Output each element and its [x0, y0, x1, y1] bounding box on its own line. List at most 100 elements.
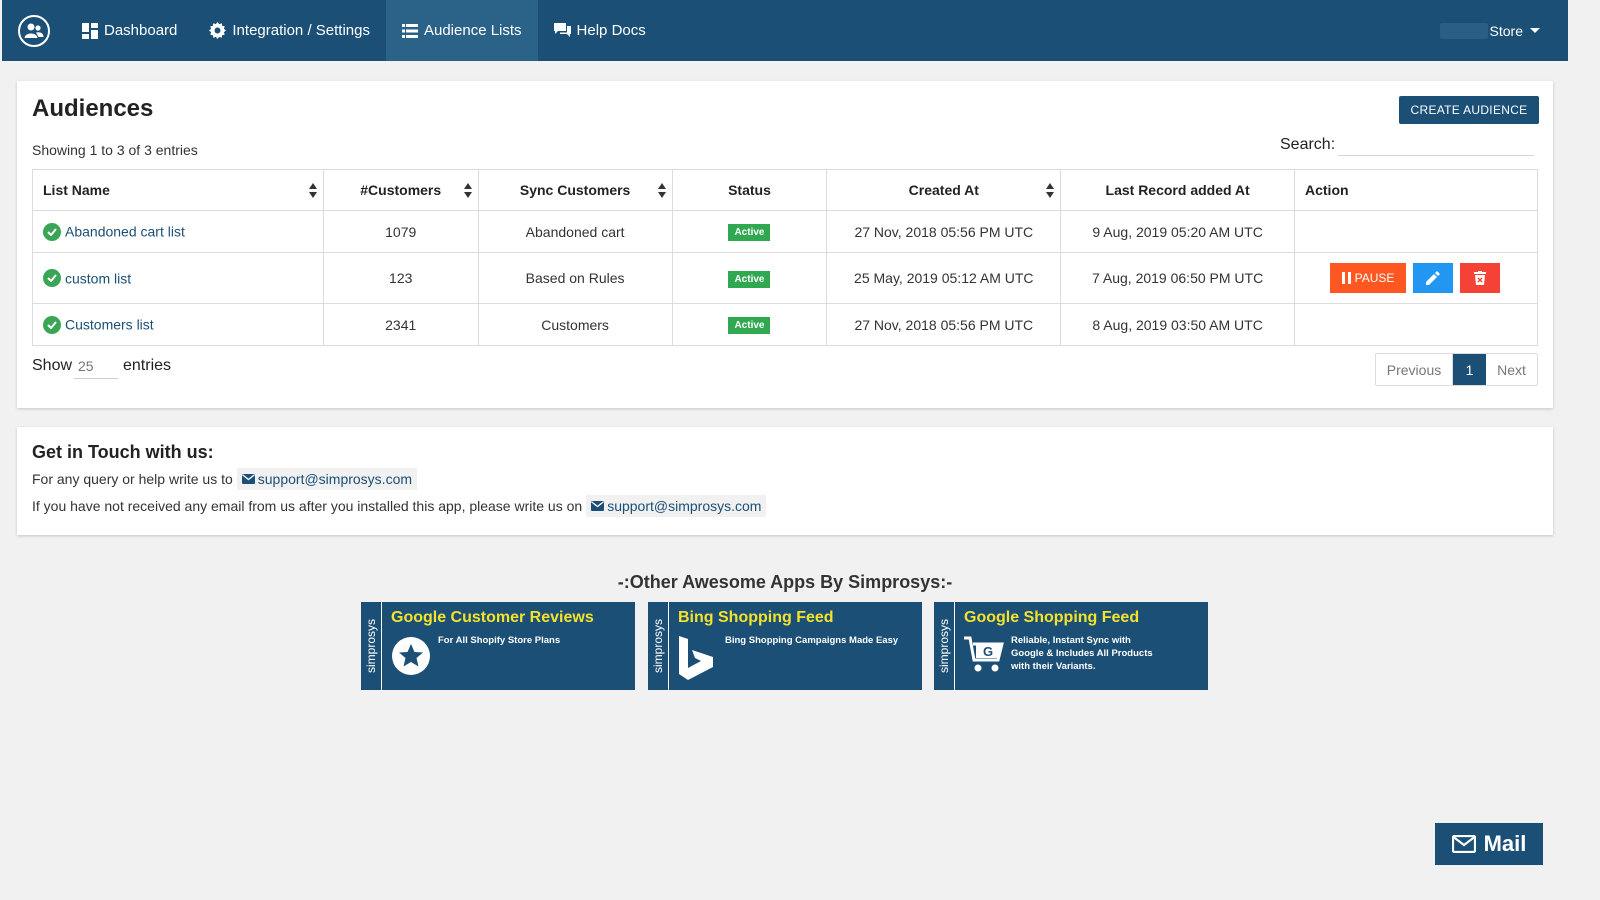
search-label: Search: — [1280, 136, 1336, 153]
col-customers[interactable]: #Customers — [322, 169, 479, 211]
customers-count: 123 — [322, 252, 479, 304]
banner-subtitle: For All Shopify Store Plans — [438, 635, 561, 646]
created-at: 25 May, 2019 05:12 AM UTC — [826, 252, 1062, 304]
brand-strip: simprosys — [934, 602, 955, 690]
app-frame: Dashboard Integration / Settings Audienc… — [2, 0, 1598, 898]
col-sync-customers[interactable]: Sync Customers — [477, 169, 673, 211]
page-1-button[interactable]: 1 — [1453, 354, 1486, 385]
sort-icon — [1046, 183, 1055, 199]
previous-page-button[interactable]: Previous — [1376, 354, 1453, 385]
col-status: Status — [671, 169, 828, 211]
contact-title: Get in Touch with us: — [32, 442, 214, 462]
store-name-redacted — [1439, 22, 1488, 39]
check-circle-icon — [43, 315, 61, 334]
delete-button[interactable] — [1460, 263, 1500, 293]
list-icon — [401, 23, 418, 38]
last-record-at: 7 Aug, 2019 06:50 PM UTC — [1060, 252, 1295, 304]
pause-button[interactable]: PAUSE — [1330, 263, 1406, 293]
banner-title: Google Shopping Feed — [964, 609, 1140, 626]
col-created-at[interactable]: Created At — [826, 169, 1062, 211]
chat-icon — [553, 23, 571, 37]
star-badge-icon — [392, 637, 430, 675]
other-apps-title: -:Other Awesome Apps By Simprosys:- — [617, 572, 953, 592]
audiences-table: List Name #Customers Sync Customers Stat… — [32, 169, 1538, 346]
nav-help-docs[interactable]: Help Docs — [538, 0, 662, 61]
app-banner-bing-shopping[interactable]: simprosys Bing Shopping Feed Bing Shoppi… — [648, 602, 922, 690]
audiences-card: Audiences CREATE AUDIENCE Showing 1 to 3… — [17, 81, 1553, 408]
col-action: Action — [1294, 169, 1538, 211]
pagination: Previous 1 Next — [1375, 353, 1538, 386]
showing-entries-text: Showing 1 to 3 of 3 entries — [32, 142, 198, 158]
support-email-link[interactable]: support@simprosys.com — [236, 468, 418, 490]
nav-audience-lists[interactable]: Audience Lists — [385, 0, 538, 61]
edit-button[interactable] — [1413, 263, 1453, 293]
brand-strip: simprosys — [361, 602, 382, 690]
app-banner-google-shopping[interactable]: simprosys Google Shopping Feed Reliable,… — [934, 602, 1208, 690]
page-size-select[interactable]: 25 — [74, 355, 118, 379]
pause-label: PAUSE — [1354, 271, 1395, 285]
app-banner-google-reviews[interactable]: simprosys Google Customer Reviews For Al… — [361, 602, 635, 690]
status-badge: Active — [728, 317, 771, 334]
cart-g-icon: G — [964, 636, 1004, 672]
nav-integration-settings[interactable]: Integration / Settings — [193, 0, 386, 61]
banner-subtitle: Reliable, Instant Sync with Google & Inc… — [1011, 635, 1153, 672]
nav-dashboard[interactable]: Dashboard — [66, 0, 193, 61]
check-circle-icon — [43, 269, 61, 288]
show-label: Show — [32, 357, 73, 374]
banner-title: Bing Shopping Feed — [678, 609, 834, 626]
sort-icon — [463, 183, 472, 199]
nav-integration-label: Integration / Settings — [232, 22, 370, 39]
page-title: Audiences — [32, 95, 154, 122]
entries-label: entries — [123, 357, 172, 374]
sync-customers: Based on Rules — [477, 252, 673, 304]
status-badge: Active — [728, 270, 771, 288]
top-navbar: Dashboard Integration / Settings Audienc… — [2, 0, 1568, 61]
status-badge: Active — [728, 224, 771, 241]
sync-customers: Abandoned cart — [477, 210, 673, 253]
store-label: Store — [1489, 22, 1523, 39]
action-cell: PAUSE — [1294, 252, 1538, 304]
list-name-link[interactable]: Customers list — [65, 317, 154, 333]
customers-count: 2341 — [322, 303, 479, 346]
brand-strip: simprosys — [648, 602, 669, 690]
action-cell — [1294, 210, 1538, 253]
last-record-at: 9 Aug, 2019 05:20 AM UTC — [1060, 210, 1295, 253]
list-name-link[interactable]: custom list — [65, 270, 131, 286]
last-record-at: 8 Aug, 2019 03:50 AM UTC — [1060, 303, 1295, 346]
col-list-name[interactable]: List Name — [32, 169, 324, 211]
gear-icon — [209, 22, 227, 39]
envelope-icon — [1451, 835, 1476, 853]
list-name-link[interactable]: Abandoned cart list — [65, 224, 185, 240]
app-logo[interactable] — [2, 0, 66, 61]
action-cell — [1294, 303, 1538, 346]
contact-card: Get in Touch with us: For any query or h… — [17, 427, 1553, 535]
banner-title: Google Customer Reviews — [391, 609, 594, 626]
users-logo-icon — [18, 14, 50, 47]
next-page-button[interactable]: Next — [1486, 354, 1537, 385]
sort-icon — [308, 183, 317, 199]
mail-label: Mail — [1483, 831, 1527, 856]
nav-dashboard-label: Dashboard — [104, 22, 178, 39]
create-audience-button[interactable]: CREATE AUDIENCE — [1399, 96, 1539, 124]
sync-customers: Customers — [477, 303, 673, 346]
contact-line-1: For any query or help write us to suppor… — [32, 468, 418, 490]
pause-icon — [1341, 272, 1351, 284]
store-dropdown[interactable]: Store — [1439, 0, 1568, 61]
contact-line-2: If you have not received any email from … — [32, 495, 767, 517]
table-header-row: List Name #Customers Sync Customers Stat… — [32, 169, 1538, 211]
check-circle-icon — [43, 222, 61, 241]
nav-help-label: Help Docs — [576, 22, 646, 39]
search-input[interactable] — [1338, 132, 1534, 156]
table-row: Abandoned cart list 1079 Abandoned cart … — [32, 210, 1538, 253]
caret-down-icon — [1530, 28, 1540, 33]
bing-logo-icon — [679, 636, 713, 680]
col-last-record: Last Record added At — [1060, 169, 1295, 211]
envelope-icon — [241, 474, 255, 484]
support-email-link[interactable]: support@simprosys.com — [586, 495, 767, 517]
sort-icon — [657, 183, 666, 199]
banner-subtitle: Bing Shopping Campaigns Made Easy — [725, 635, 899, 646]
mail-button[interactable]: Mail — [1435, 823, 1543, 865]
trash-icon — [1474, 271, 1486, 285]
envelope-icon — [591, 501, 605, 511]
table-row: Customers list 2341 Customers Active 27 … — [32, 303, 1538, 346]
